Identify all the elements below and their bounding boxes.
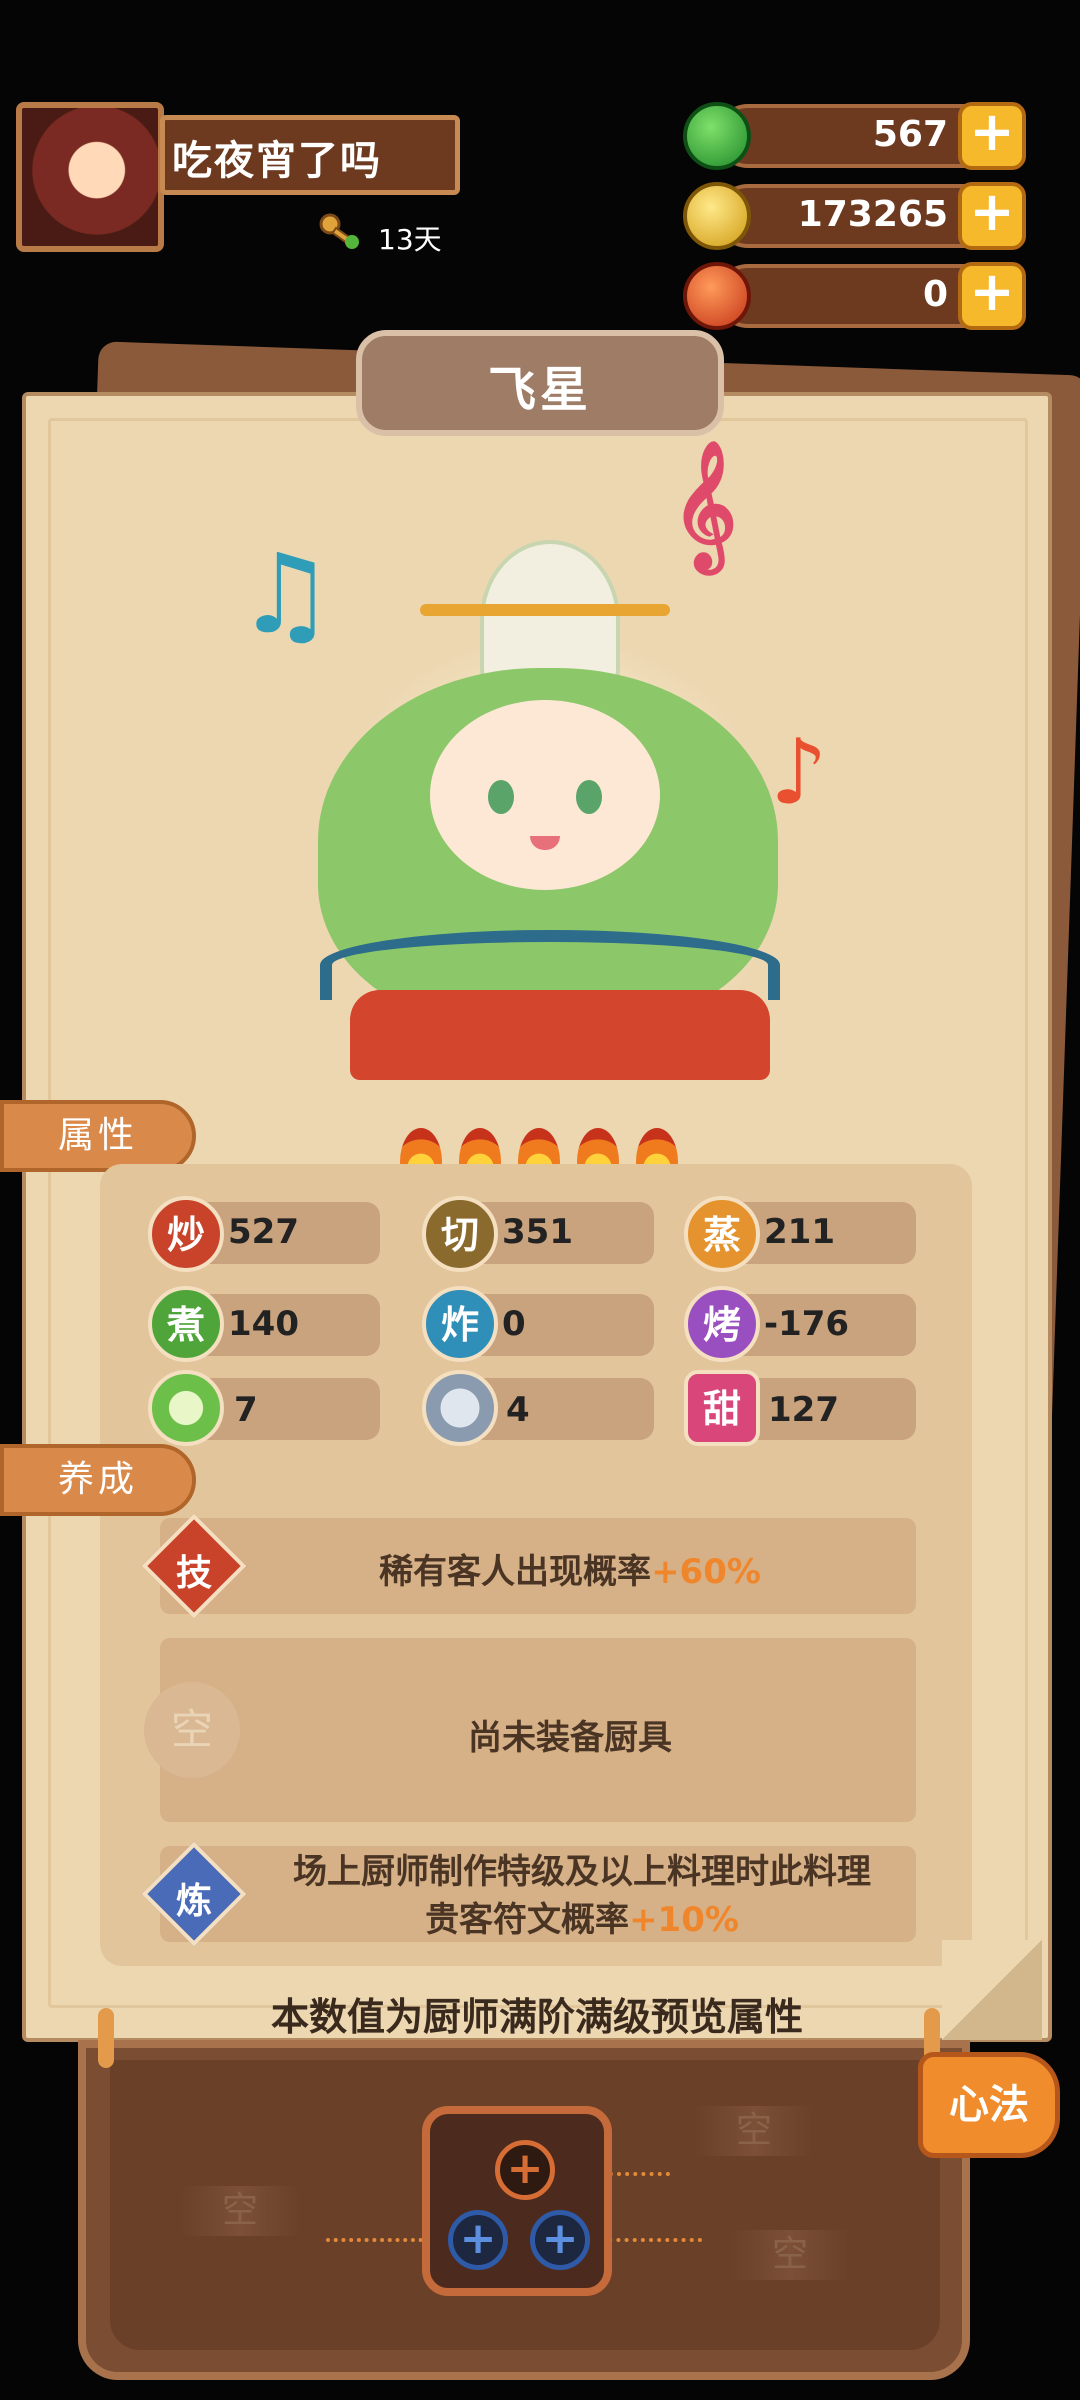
boil-icon: 煮 [148, 1286, 224, 1362]
login-days: 13天 [378, 223, 442, 256]
stat-stir-fry: 527 [228, 1212, 299, 1252]
key-icon [319, 213, 359, 249]
tab-attributes[interactable]: 属性 [0, 1100, 196, 1172]
game-screen: 吃夜宵了吗 13天 567 + 173265 + 0 + 飞星 ♫ 𝄞 ♪ 属性 [0, 0, 1080, 2400]
empty-equipment-badge: 空 [144, 1682, 240, 1778]
stat-sweet: 127 [768, 1390, 839, 1430]
scroll-peg [98, 2008, 114, 2068]
stir-fry-icon: 炒 [148, 1196, 224, 1272]
empty-xinfa-slot-top-right[interactable]: 空 [694, 2106, 814, 2156]
skill-bonus: +60% [651, 1552, 761, 1592]
player-name: 吃夜宵了吗 [172, 138, 382, 184]
stat-cut: 351 [502, 1212, 573, 1252]
add-jade-button[interactable]: + [958, 102, 1026, 170]
character-pedestal [350, 990, 770, 1080]
page-curl [942, 1940, 1042, 2040]
music-note-small-icon: ♪ [770, 720, 828, 825]
refine-bonus: +10% [629, 1900, 739, 1940]
stat-deep-fry: 0 [502, 1304, 526, 1344]
stat-vegetable: 7 [234, 1390, 258, 1430]
skill-description: 稀有客人出现概率+60% [379, 1552, 761, 1592]
deep-fry-icon: 炸 [422, 1286, 498, 1362]
steam-icon: 蒸 [684, 1196, 760, 1272]
skill-badge-label: 技 [175, 1553, 212, 1594]
treble-clef-icon: 𝄞 [672, 440, 738, 568]
xinfa-button[interactable]: 心法 [918, 2052, 1060, 2158]
ruby-count: 0 [922, 274, 948, 315]
roast-icon: 烤 [684, 1286, 760, 1362]
preview-note: 本数值为厨师满阶满级预览属性 [270, 1995, 803, 2039]
empty-xinfa-slot-bottom-right[interactable]: 空 [730, 2230, 850, 2280]
refine-badge-label: 炼 [175, 1881, 212, 1922]
stat-roast: -176 [764, 1304, 850, 1344]
sweet-icon: 甜 [684, 1370, 760, 1446]
cut-icon: 切 [422, 1196, 498, 1272]
character-face [430, 700, 660, 890]
add-xinfa-top-button[interactable]: + [495, 2140, 555, 2200]
player-avatar[interactable] [16, 102, 164, 252]
arrow-ornament [420, 604, 670, 616]
coin-count: 173265 [797, 194, 948, 235]
tab-training[interactable]: 养成 [0, 1444, 196, 1516]
add-xinfa-left-button[interactable]: + [448, 2210, 508, 2270]
stat-fish: 4 [506, 1390, 530, 1430]
cabbage-icon [148, 1370, 224, 1446]
add-coin-button[interactable]: + [958, 182, 1026, 250]
music-note-icon: ♫ [236, 530, 335, 658]
add-xinfa-right-button[interactable]: + [530, 2210, 590, 2270]
jade-count: 567 [872, 114, 948, 155]
add-ruby-button[interactable]: + [958, 262, 1026, 330]
equipment-status: 尚未装备厨具 [468, 1718, 672, 1758]
empty-xinfa-slot-left[interactable]: 空 [180, 2186, 300, 2236]
xinfa-core[interactable] [422, 2106, 612, 2296]
fish-icon [422, 1370, 498, 1446]
stat-boil: 140 [228, 1304, 299, 1344]
chef-name: 飞星 [487, 362, 592, 418]
refine-description: 场上厨师制作特级及以上料理时此料理 贵客符文概率+10% [293, 1852, 871, 1940]
stat-steam: 211 [764, 1212, 835, 1252]
avatar-portrait [22, 108, 158, 246]
